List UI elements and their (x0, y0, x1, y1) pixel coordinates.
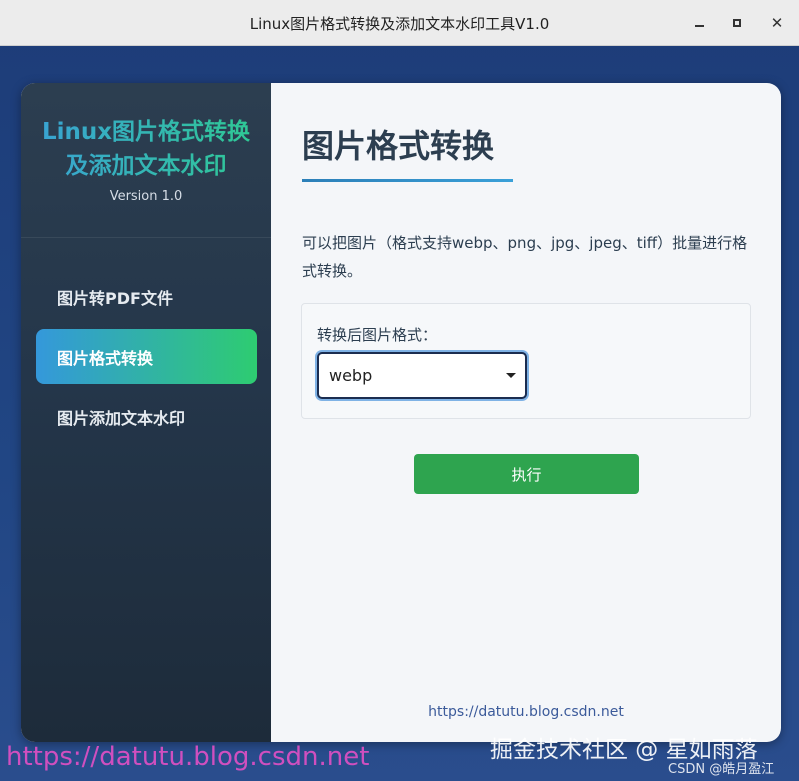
maximize-button[interactable] (724, 10, 750, 36)
sidebar-item-text-watermark[interactable]: 图片添加文本水印 (36, 389, 257, 444)
desktop-window: Linux图片格式转换及添加文本水印工具V1.0 ✕ Linux图片格式转换 及… (0, 0, 799, 781)
sidebar-item-image-to-pdf[interactable]: 图片转PDF文件 (36, 269, 257, 324)
close-icon: ✕ (770, 14, 784, 32)
target-format-select[interactable]: webp (317, 352, 527, 399)
target-format-label: 转换后图片格式： (317, 326, 438, 344)
footer-link[interactable]: https://datutu.blog.csdn.net (271, 704, 781, 720)
title-underline (302, 179, 513, 182)
brand: Linux图片格式转换 及添加文本水印 Version 1.0 (21, 83, 271, 238)
sidebar-nav: 图片转PDF文件 图片格式转换 图片添加文本水印 (36, 269, 257, 449)
maximize-icon (733, 19, 741, 27)
page-title: 图片格式转换 (302, 127, 495, 165)
format-form: 转换后图片格式： webp (301, 303, 751, 419)
main-content: 图片格式转换 可以把图片（格式支持webp、png、jpg、jpeg、tiff）… (271, 83, 781, 742)
sidebar: Linux图片格式转换 及添加文本水印 Version 1.0 图片转PDF文件… (21, 83, 271, 742)
minimize-button[interactable] (686, 10, 712, 36)
app-panel: Linux图片格式转换 及添加文本水印 Version 1.0 图片转PDF文件… (21, 83, 781, 742)
watermark-csdn: CSDN @皓月盈江 (668, 762, 775, 777)
watermark-url: https://datutu.blog.csdn.net (6, 742, 370, 772)
title-bar: Linux图片格式转换及添加文本水印工具V1.0 ✕ (0, 0, 799, 46)
version-label: Version 1.0 (109, 189, 183, 204)
brand-title-line1: Linux图片格式转换 (21, 115, 271, 149)
window-title: Linux图片格式转换及添加文本水印工具V1.0 (249, 15, 550, 33)
page-description: 可以把图片（格式支持webp、png、jpg、jpeg、tiff）批量进行格式转… (302, 234, 748, 280)
run-button[interactable]: 执行 (414, 454, 639, 494)
sidebar-item-format-convert[interactable]: 图片格式转换 (36, 329, 257, 384)
target-format-value: webp (329, 366, 373, 385)
brand-title-line2: 及添加文本水印 (21, 149, 271, 183)
minimize-icon (694, 25, 704, 27)
chevron-down-icon (506, 373, 516, 378)
close-button[interactable]: ✕ (764, 10, 790, 36)
